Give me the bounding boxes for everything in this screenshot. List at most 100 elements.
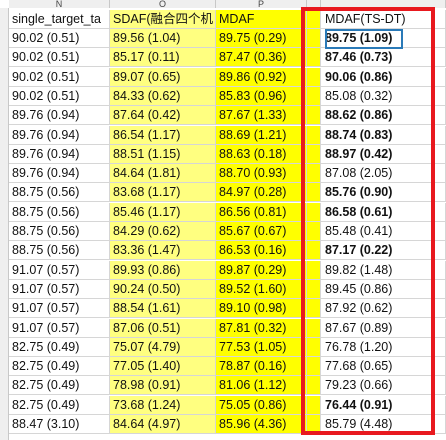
table-cell[interactable]: 87.67 (0.89) <box>321 318 446 338</box>
table-cell[interactable]: 75.07 (4.79) <box>110 337 216 357</box>
table-cell[interactable]: 89.87 (0.29) <box>216 260 307 280</box>
table-cell[interactable]: 91.07 (0.57) <box>9 299 110 319</box>
table-cell[interactable] <box>307 376 321 396</box>
table-cell[interactable]: 87.08 (2.05) <box>321 164 446 184</box>
table-cell[interactable] <box>307 318 321 338</box>
table-cell[interactable]: 87.92 (0.62) <box>321 299 446 319</box>
table-cell[interactable]: 88.47 (3.10) <box>9 415 110 434</box>
table-cell[interactable]: 89.45 (0.86) <box>321 279 446 299</box>
column-header-q[interactable] <box>307 0 321 8</box>
table-cell[interactable]: 85.08 (0.32) <box>321 86 446 106</box>
header-mdaf-ts-dt[interactable]: MDAF(TS-DT) <box>321 10 446 29</box>
table-cell[interactable] <box>307 299 321 319</box>
table-cell[interactable]: 85.48 (0.41) <box>321 222 446 241</box>
table-cell[interactable]: 77.05 (1.40) <box>110 357 216 377</box>
table-cell[interactable]: 89.76 (0.94) <box>9 144 110 164</box>
table-cell[interactable]: 76.78 (1.20) <box>321 337 446 357</box>
table-cell[interactable] <box>307 183 321 203</box>
table-cell[interactable]: 90.02 (0.51) <box>9 29 110 48</box>
table-cell[interactable]: 82.75 (0.49) <box>9 337 110 357</box>
table-cell[interactable]: 88.70 (0.93) <box>216 164 307 184</box>
table-cell[interactable]: 88.75 (0.56) <box>9 202 110 222</box>
table-cell[interactable]: 85.46 (1.17) <box>110 202 216 222</box>
table-cell[interactable]: 76.44 (0.91) <box>321 395 446 415</box>
table-cell[interactable]: 87.06 (0.51) <box>110 318 216 338</box>
table-cell[interactable] <box>307 279 321 299</box>
table-cell[interactable]: 84.97 (0.28) <box>216 183 307 203</box>
table-cell[interactable]: 88.75 (0.56) <box>9 241 110 261</box>
table-cell[interactable] <box>307 86 321 106</box>
table-cell[interactable]: 82.75 (0.49) <box>9 357 110 377</box>
table-cell[interactable]: 89.82 (1.48) <box>321 260 446 280</box>
table-cell[interactable]: 84.64 (1.81) <box>110 164 216 184</box>
table-cell[interactable]: 78.87 (0.16) <box>216 357 307 377</box>
table-cell[interactable]: 89.76 (0.94) <box>9 164 110 184</box>
table-cell[interactable]: 88.75 (0.56) <box>9 222 110 241</box>
header-sdaf[interactable]: SDAF(融合四个机 <box>110 10 216 29</box>
table-cell[interactable]: 85.17 (0.11) <box>110 48 216 68</box>
table-cell[interactable]: 82.75 (0.49) <box>9 376 110 396</box>
table-cell[interactable]: 89.75 (1.09) <box>321 29 446 48</box>
table-cell[interactable]: 87.17 (0.22) <box>321 241 446 261</box>
table-cell[interactable] <box>307 29 321 48</box>
table-cell[interactable]: 89.07 (0.65) <box>110 67 216 87</box>
table-cell[interactable]: 90.24 (0.50) <box>110 279 216 299</box>
table-cell[interactable] <box>307 415 321 434</box>
header-single-target[interactable]: single_target_ta <box>9 10 110 29</box>
table-cell[interactable]: 89.76 (0.94) <box>9 125 110 145</box>
table-cell[interactable] <box>307 48 321 68</box>
table-cell[interactable]: 90.02 (0.51) <box>9 48 110 68</box>
table-cell[interactable]: 90.02 (0.51) <box>9 67 110 87</box>
table-cell[interactable]: 88.62 (0.86) <box>321 106 446 126</box>
header-mdaf[interactable]: MDAF <box>216 10 307 29</box>
table-cell[interactable]: 77.68 (0.65) <box>321 357 446 377</box>
table-cell[interactable]: 90.02 (0.51) <box>9 86 110 106</box>
table-cell[interactable]: 87.47 (0.36) <box>216 48 307 68</box>
table-cell[interactable]: 82.75 (0.49) <box>9 395 110 415</box>
table-cell[interactable]: 87.46 (0.73) <box>321 48 446 68</box>
table-cell[interactable]: 75.05 (0.86) <box>216 395 307 415</box>
header-empty[interactable] <box>307 10 321 29</box>
column-header-p[interactable]: P <box>216 0 307 8</box>
table-cell[interactable] <box>307 202 321 222</box>
table-cell[interactable]: 86.54 (1.17) <box>110 125 216 145</box>
table-cell[interactable]: 86.58 (0.61) <box>321 202 446 222</box>
table-cell[interactable] <box>307 106 321 126</box>
table-cell[interactable]: 89.93 (0.86) <box>110 260 216 280</box>
table-cell[interactable]: 88.54 (1.61) <box>110 299 216 319</box>
table-cell[interactable]: 87.81 (0.32) <box>216 318 307 338</box>
table-cell[interactable]: 86.53 (0.16) <box>216 241 307 261</box>
table-cell[interactable]: 87.67 (1.33) <box>216 106 307 126</box>
table-cell[interactable]: 88.63 (0.18) <box>216 144 307 164</box>
table-cell[interactable]: 89.56 (1.04) <box>110 29 216 48</box>
table-cell[interactable]: 87.64 (0.42) <box>110 106 216 126</box>
table-cell[interactable]: 78.98 (0.91) <box>110 376 216 396</box>
table-cell[interactable] <box>307 125 321 145</box>
column-header-o[interactable]: O <box>110 0 216 8</box>
table-cell[interactable]: 89.86 (0.92) <box>216 67 307 87</box>
table-cell[interactable]: 77.53 (1.05) <box>216 337 307 357</box>
table-cell[interactable]: 81.06 (1.12) <box>216 376 307 396</box>
table-cell[interactable] <box>307 67 321 87</box>
table-cell[interactable]: 91.07 (0.57) <box>9 318 110 338</box>
table-cell[interactable] <box>307 357 321 377</box>
table-cell[interactable] <box>307 222 321 241</box>
table-cell[interactable]: 88.69 (1.21) <box>216 125 307 145</box>
table-cell[interactable]: 84.29 (0.62) <box>110 222 216 241</box>
table-cell[interactable]: 88.75 (0.56) <box>9 183 110 203</box>
table-cell[interactable]: 85.96 (4.36) <box>216 415 307 434</box>
table-cell[interactable]: 89.10 (0.98) <box>216 299 307 319</box>
table-cell[interactable]: 86.56 (0.81) <box>216 202 307 222</box>
table-cell[interactable]: 88.74 (0.83) <box>321 125 446 145</box>
table-cell[interactable]: 73.68 (1.24) <box>110 395 216 415</box>
table-cell[interactable]: 88.97 (0.42) <box>321 144 446 164</box>
table-cell[interactable]: 91.07 (0.57) <box>9 260 110 280</box>
table-cell[interactable]: 85.83 (0.96) <box>216 86 307 106</box>
table-cell[interactable]: 85.76 (0.90) <box>321 183 446 203</box>
table-cell[interactable] <box>307 164 321 184</box>
table-cell[interactable]: 88.51 (1.15) <box>110 144 216 164</box>
table-cell[interactable] <box>307 395 321 415</box>
table-cell[interactable]: 85.67 (0.67) <box>216 222 307 241</box>
table-cell[interactable] <box>307 144 321 164</box>
table-cell[interactable]: 89.75 (0.29) <box>216 29 307 48</box>
